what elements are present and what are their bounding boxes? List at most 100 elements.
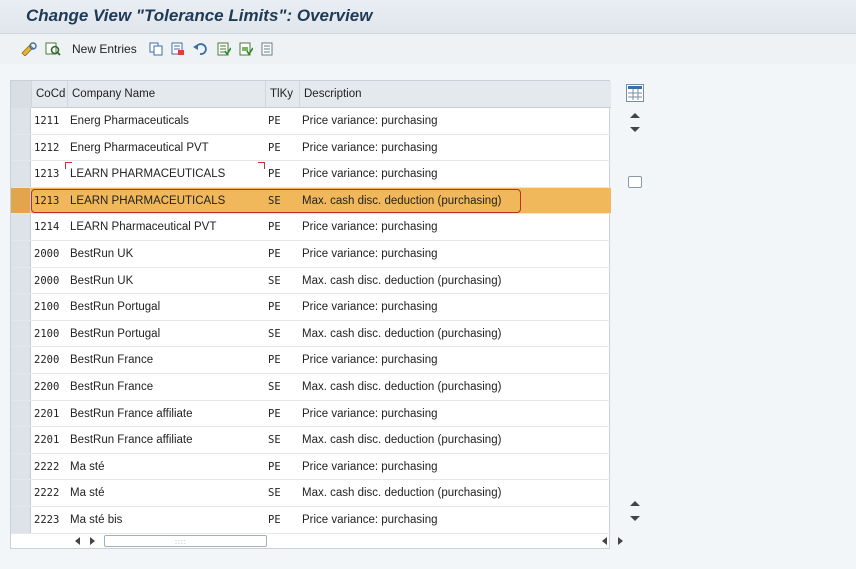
cell-cocd[interactable]: 1212 (31, 135, 67, 161)
cell-tlky[interactable]: PE (265, 241, 299, 267)
cell-cocd[interactable]: 2100 (31, 321, 67, 347)
cell-description[interactable]: Max. cash disc. deduction (purchasing) (299, 268, 611, 294)
cell-cocd[interactable]: 2201 (31, 427, 67, 453)
scroll-up-icon[interactable] (630, 113, 640, 118)
row-selector[interactable] (11, 480, 31, 506)
row-selector[interactable] (11, 374, 31, 400)
cell-company-name[interactable]: Energ Pharmaceuticals (67, 108, 265, 134)
undo-change-icon[interactable] (192, 40, 208, 57)
table-row[interactable]: 2201 BestRun France affiliate SE Max. cash … (11, 427, 611, 454)
cell-company-name[interactable]: BestRun France (67, 347, 265, 373)
cell-description[interactable]: Price variance: purchasing (299, 241, 611, 267)
cell-tlky[interactable]: PE (265, 108, 299, 134)
cell-cocd[interactable]: 2200 (31, 347, 67, 373)
table-row[interactable]: 2200 BestRun France SE Max. cash disc. dedu… (11, 374, 611, 401)
cell-company-name[interactable]: LEARN PHARMACEUTICALS (67, 161, 265, 187)
cell-tlky[interactable]: PE (265, 347, 299, 373)
delete-icon[interactable] (170, 40, 186, 57)
cell-description[interactable]: Price variance: purchasing (299, 507, 611, 533)
cell-cocd[interactable]: 1211 (31, 108, 67, 134)
cell-cocd[interactable]: 2222 (31, 454, 67, 480)
cell-description[interactable]: Max. cash disc. deduction (purchasing) (299, 321, 611, 347)
row-selector[interactable] (11, 267, 31, 294)
row-selector[interactable] (11, 453, 31, 480)
select-block-icon[interactable] (238, 40, 254, 57)
select-all-rows-cell[interactable] (11, 81, 31, 108)
select-all-icon[interactable] (216, 40, 232, 57)
table-row[interactable]: 2000 BestRun UK PE Price variance: purchasi… (11, 241, 611, 268)
cell-cocd[interactable]: 2000 (31, 268, 67, 294)
cell-description[interactable]: Price variance: purchasing (299, 401, 611, 427)
column-header-description[interactable]: Description (299, 81, 611, 108)
table-row[interactable]: 1213 LEARN PHARMACEUTICALS SE Max. cash dis… (11, 187, 611, 215)
cell-description[interactable]: Price variance: purchasing (299, 135, 611, 161)
row-selector[interactable] (11, 400, 31, 427)
cell-tlky[interactable]: SE (265, 268, 299, 294)
cell-cocd[interactable]: 2000 (31, 241, 67, 267)
cell-company-name[interactable]: BestRun France affiliate (67, 401, 265, 427)
table-row[interactable]: 2100 BestRun Portugal SE Max. cash disc. de… (11, 320, 611, 348)
cell-cocd[interactable]: 1213 (31, 161, 67, 187)
cell-description[interactable]: Price variance: purchasing (299, 347, 611, 373)
cell-company-name[interactable]: BestRun France (67, 374, 265, 400)
cell-cocd[interactable]: 2200 (31, 374, 67, 400)
horizontal-scroll-thumb[interactable]: :::: (104, 535, 267, 547)
cell-company-name[interactable]: BestRun UK (67, 268, 265, 294)
cell-cocd[interactable]: 2201 (31, 401, 67, 427)
cell-description[interactable]: Max. cash disc. deduction (purchasing) (299, 480, 611, 506)
change-display-icon[interactable] (20, 40, 38, 57)
row-selector[interactable] (11, 214, 31, 240)
cell-cocd[interactable]: 2222 (31, 480, 67, 506)
cell-tlky[interactable]: SE (265, 188, 299, 214)
cell-company-name[interactable]: Ma sté bis (67, 507, 265, 533)
column-header-company-name[interactable]: Company Name (67, 81, 265, 108)
row-selector[interactable] (11, 320, 31, 347)
cell-cocd[interactable]: 2100 (31, 294, 67, 320)
cell-tlky[interactable]: SE (265, 480, 299, 506)
column-header-tlky[interactable]: TlKy (265, 81, 299, 108)
cell-cocd[interactable]: 2223 (31, 507, 67, 533)
table-row[interactable]: 1213 LEARN PHARMACEUTICALS PE Price varianc… (11, 161, 611, 188)
row-selector[interactable] (11, 161, 31, 187)
cell-company-name[interactable]: BestRun UK (67, 241, 265, 267)
scroll-page-up-icon[interactable] (630, 501, 640, 506)
scroll-left-icon[interactable] (75, 537, 80, 545)
row-selector[interactable] (11, 108, 31, 134)
cell-tlky[interactable]: PE (265, 135, 299, 161)
cell-company-name[interactable]: BestRun France affiliate (67, 427, 265, 453)
table-row[interactable]: 1212 Energ Pharmaceutical PVT PE Price vari… (11, 134, 611, 162)
cell-description[interactable]: Price variance: purchasing (299, 454, 611, 480)
cell-company-name[interactable]: Energ Pharmaceutical PVT (67, 135, 265, 161)
vertical-scrollbar[interactable] (626, 80, 644, 532)
cell-company-name[interactable]: BestRun Portugal (67, 294, 265, 320)
table-row[interactable]: 2200 BestRun France PE Price variance: purc… (11, 347, 611, 374)
cell-tlky[interactable]: PE (265, 454, 299, 480)
table-row[interactable]: 2100 BestRun Portugal PE Price variance: pu… (11, 294, 611, 321)
row-selector[interactable] (11, 294, 31, 320)
cell-tlky[interactable]: SE (265, 427, 299, 453)
scroll-far-right-icon[interactable] (618, 537, 623, 545)
copy-as-icon[interactable] (148, 40, 164, 57)
table-row[interactable]: 2222 Ma sté PE Price variance: purchasing (11, 453, 611, 481)
cell-company-name[interactable]: LEARN Pharmaceutical PVT (67, 214, 265, 240)
table-row[interactable]: 1214 LEARN Pharmaceutical PVT PE Price vari… (11, 214, 611, 241)
table-row[interactable]: 2222 Ma sté SE Max. cash disc. deduction (p… (11, 480, 611, 507)
scroll-right-icon[interactable] (90, 537, 95, 545)
row-selector[interactable] (11, 241, 31, 267)
cell-description[interactable]: Price variance: purchasing (299, 294, 611, 320)
cell-cocd[interactable]: 1214 (31, 214, 67, 240)
table-row[interactable]: 2223 Ma sté bis PE Price variance: purchasi… (11, 507, 611, 534)
row-selector[interactable] (11, 427, 31, 453)
scroll-page-down-icon[interactable] (630, 516, 640, 521)
cell-tlky[interactable]: PE (265, 401, 299, 427)
cell-tlky[interactable]: SE (265, 321, 299, 347)
cell-company-name[interactable]: Ma sté (67, 480, 265, 506)
row-selector[interactable] (11, 134, 31, 161)
row-selector[interactable] (11, 507, 31, 533)
scroll-far-left-icon[interactable] (602, 537, 607, 545)
cell-description[interactable]: Price variance: purchasing (299, 161, 611, 187)
column-header-cocd[interactable]: CoCd (31, 81, 67, 108)
table-settings-icon[interactable] (626, 84, 644, 102)
new-entries-button[interactable]: New Entries (72, 40, 140, 57)
table-row[interactable]: 2201 BestRun France affiliate PE Price vari… (11, 400, 611, 428)
